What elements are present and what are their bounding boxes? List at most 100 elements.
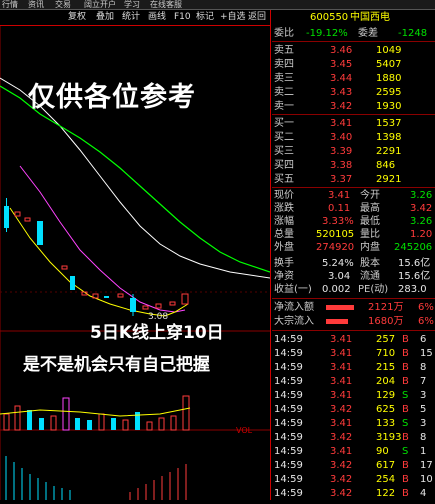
quote-value: 3.33% [322, 216, 354, 227]
menu-learn[interactable]: 学习 [124, 0, 140, 9]
toolbar-add-watchlist[interactable]: +自选 [220, 10, 246, 25]
ask-row: 卖四 3.45 5407 [272, 59, 435, 70]
tick-price: 3.42 [330, 488, 353, 499]
toolbar-fuquan[interactable]: 复权 [68, 10, 86, 25]
bid-price: 3.40 [330, 132, 353, 143]
quote-value: 5.24% [322, 258, 354, 269]
fund-flow-bar [326, 319, 348, 324]
fund-flow-bar [326, 305, 354, 310]
candle [169, 301, 176, 306]
indicator-bars [5, 456, 187, 500]
bid-row: 买四 3.38 846 [272, 160, 435, 171]
tick-count: 1 [420, 446, 427, 457]
volume-bar [39, 418, 44, 430]
fund-flow-label: 大宗流入 [274, 316, 314, 327]
volume-bar [62, 397, 70, 431]
tick-volume: 204 [376, 376, 396, 387]
tick-count: 8 [420, 432, 427, 443]
bid-label: 买四 [274, 160, 294, 171]
ask-price: 3.45 [330, 59, 353, 70]
fund-flow-value: 1680万 [368, 316, 404, 327]
fund-flow-row: 大宗流入 1680万 6% [272, 316, 435, 327]
ask-label: 卖一 [274, 101, 294, 112]
tick-direction: B [402, 348, 409, 359]
volume-bar [50, 415, 57, 431]
toolbar-draw[interactable]: 画线 [148, 10, 166, 25]
ask-volume: 1930 [376, 101, 402, 112]
menu-open-account[interactable]: 阔立开户 [84, 0, 116, 9]
menu-support[interactable]: 在线客服 [150, 0, 182, 9]
tick-count: 3 [420, 418, 427, 429]
tick-time: 14:59 [274, 432, 303, 443]
tick-direction: B [402, 432, 409, 443]
top-menu-bar: 行情 资讯 交易 阔立开户 学习 在线客服 [0, 0, 435, 10]
tick-volume: 129 [376, 390, 396, 401]
ask-label: 卖四 [274, 59, 294, 70]
toolbar-back[interactable]: 返回 [248, 10, 266, 25]
quote-value: 3.42 [410, 203, 433, 214]
bid-price: 3.37 [330, 174, 353, 185]
tick-row: 14:59 3.41 215 B 8 [272, 362, 435, 373]
tick-row: 14:59 3.42 122 B 4 [272, 488, 435, 499]
tick-count: 7 [420, 376, 427, 387]
tick-row: 14:59 3.41 90 S 1 [272, 446, 435, 457]
tick-count: 15 [420, 348, 433, 359]
toolbar-overlay[interactable]: 叠加 [96, 10, 114, 25]
bid-volume: 846 [376, 160, 396, 171]
quote-row: 外盘 274920 内盘 245206 [272, 242, 435, 253]
bid-price: 3.39 [330, 146, 353, 157]
tick-direction: B [402, 362, 409, 373]
ratio-label: 委比 [274, 28, 294, 39]
volume-bar [170, 415, 177, 431]
tick-time: 14:59 [274, 460, 303, 471]
ask-volume: 2595 [376, 87, 402, 98]
menu-quotes[interactable]: 行情 [2, 0, 18, 9]
bid-row: 买二 3.40 1398 [272, 132, 435, 143]
ma5-line [9, 207, 189, 317]
tick-row: 14:59 3.42 254 B 10 [272, 474, 435, 485]
toolbar-mark[interactable]: 标记 [196, 10, 214, 25]
ask-label: 卖三 [274, 73, 294, 84]
tick-volume: 617 [376, 460, 396, 471]
volume-bar [158, 417, 165, 431]
bid-price: 3.38 [330, 160, 353, 171]
quote-label: 量比 [360, 229, 380, 240]
fund-flow-pct: 6% [418, 316, 434, 327]
toolbar-f10[interactable]: F10 [174, 10, 191, 25]
quote-value: 15.6亿 [398, 271, 431, 282]
stock-header[interactable]: 600550 中国西电 [272, 12, 435, 23]
ask-row: 卖二 3.43 2595 [272, 87, 435, 98]
ratio-row: 委比 -19.12% 委差 -1248 [272, 28, 435, 39]
overlay-title: 仅供各位参考 [28, 82, 196, 113]
tick-volume: 215 [376, 362, 396, 373]
tick-row: 14:59 3.41 710 B 15 [272, 348, 435, 359]
pane-divider [270, 10, 271, 500]
overlay-caption-1: 5日K线上穿10日 [90, 323, 224, 343]
tick-time: 14:59 [274, 404, 303, 415]
ask-row: 卖三 3.44 1880 [272, 73, 435, 84]
tick-price: 3.41 [330, 390, 353, 401]
toolbar-stats[interactable]: 统计 [122, 10, 140, 25]
quote-value: 0.002 [322, 284, 351, 295]
quote-value: 520105 [316, 229, 355, 240]
quote-value: 274920 [316, 242, 355, 253]
ratio-diff-label: 委差 [358, 28, 378, 39]
menu-news[interactable]: 资讯 [28, 0, 44, 9]
tick-time: 14:59 [274, 488, 303, 499]
tick-price: 3.42 [330, 460, 353, 471]
tick-direction: B [402, 460, 409, 471]
tick-row: 14:59 3.42 625 B 5 [272, 404, 435, 415]
bid-row: 买五 3.37 2921 [272, 174, 435, 185]
tick-direction: S [402, 446, 409, 457]
ask-price: 3.44 [330, 73, 353, 84]
ask-price: 3.43 [330, 87, 353, 98]
quote-label: 最低 [360, 216, 380, 227]
tick-price: 3.41 [330, 362, 353, 373]
tick-row: 14:59 3.41 129 S 3 [272, 390, 435, 401]
quote-row: 总量 520105 量比 1.20 [272, 229, 435, 240]
quote-row: 涨跌 0.11 最高 3.42 [272, 203, 435, 214]
menu-trade[interactable]: 交易 [55, 0, 71, 9]
quote-row: 现价 3.41 今开 3.26 [272, 190, 435, 201]
candle [37, 221, 43, 245]
volume-bar [75, 418, 80, 430]
